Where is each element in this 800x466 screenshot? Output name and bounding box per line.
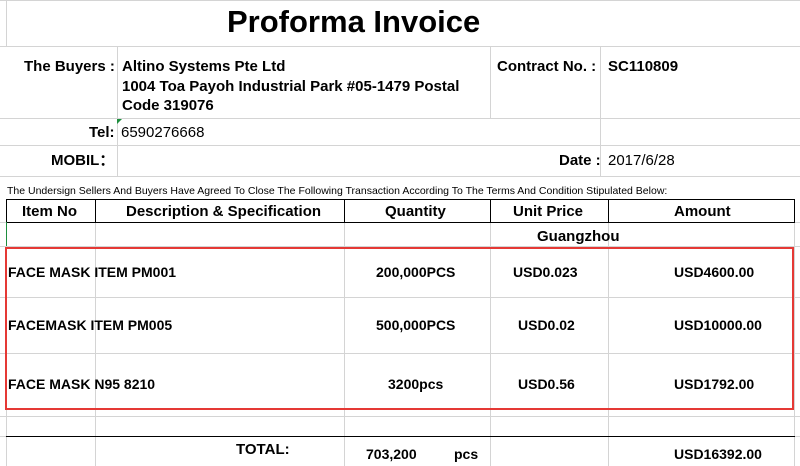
date-label: Date : xyxy=(559,152,601,169)
gridline xyxy=(0,46,800,47)
date-value[interactable]: 2017/6/28 xyxy=(608,152,675,169)
contract-number[interactable]: SC110809 xyxy=(608,58,678,75)
selection-highlight xyxy=(5,247,794,410)
header-item-no: Item No xyxy=(22,203,78,220)
total-quantity[interactable]: 703,200 xyxy=(366,446,417,462)
gridline xyxy=(0,176,800,177)
buyers-label: The Buyers : xyxy=(24,58,115,75)
contract-label: Contract No. : xyxy=(497,58,597,75)
buyer-name[interactable]: Altino Systems Pte Ltd xyxy=(122,58,285,75)
total-label: TOTAL: xyxy=(236,441,290,458)
gridline xyxy=(0,145,800,146)
location-cell[interactable]: Guangzhou xyxy=(537,228,620,245)
table-border xyxy=(794,199,795,223)
tel-label: Tel: xyxy=(89,124,115,141)
page-title: Proforma Invoice xyxy=(227,4,481,39)
gridline xyxy=(0,416,800,417)
table-border xyxy=(608,199,609,223)
table-border xyxy=(490,199,491,223)
buyer-address-line2[interactable]: Code 319076 xyxy=(122,97,214,114)
header-amount: Amount xyxy=(674,203,731,220)
table-border xyxy=(6,199,795,200)
spreadsheet-sheet[interactable]: Proforma Invoice The Buyers : Altino Sys… xyxy=(0,0,800,466)
total-amount[interactable]: USD16392.00 xyxy=(674,446,762,462)
header-quantity: Quantity xyxy=(385,203,446,220)
gridline xyxy=(0,0,800,1)
table-border xyxy=(6,222,795,223)
header-unit-price: Unit Price xyxy=(513,203,584,220)
gridline xyxy=(794,222,795,466)
gridline xyxy=(490,46,491,118)
gridline xyxy=(117,46,118,176)
table-border xyxy=(6,222,7,246)
table-border xyxy=(95,199,96,223)
agreement-text: The Undersign Sellers And Buyers Have Ag… xyxy=(7,185,668,197)
buyer-address-line1[interactable]: 1004 Toa Payoh Industrial Park #05-1479 … xyxy=(122,78,459,95)
table-border xyxy=(6,199,7,223)
total-unit[interactable]: pcs xyxy=(454,446,478,462)
table-border xyxy=(6,436,795,437)
mobil-label: MOBIL： xyxy=(51,152,115,169)
gridline xyxy=(6,0,7,46)
header-description: Description & Specification xyxy=(126,203,322,220)
table-border xyxy=(344,199,345,223)
tel-value[interactable]: 6590276668 xyxy=(121,124,204,141)
